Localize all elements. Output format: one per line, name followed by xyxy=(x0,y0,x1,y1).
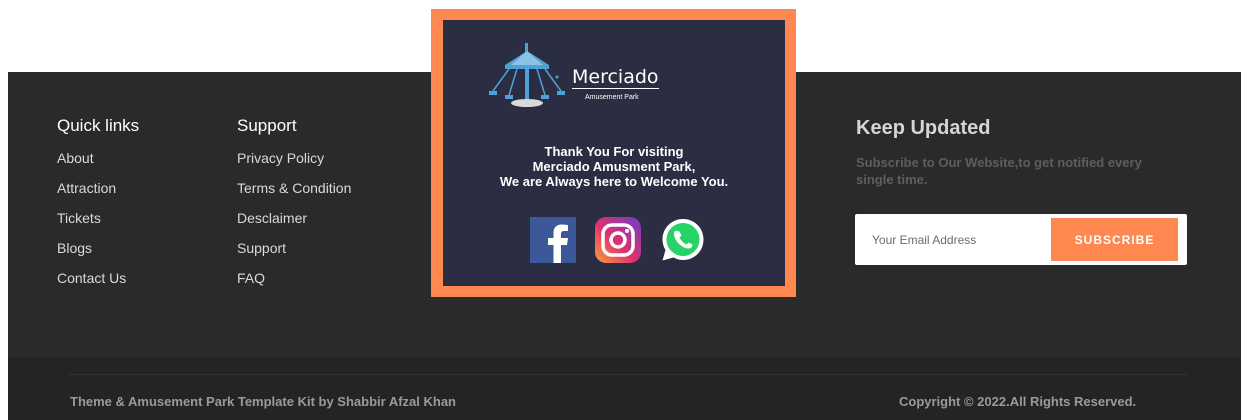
newsletter-form: SUBSCRIBE xyxy=(855,214,1187,265)
welcome-modal: Merciado Amusement Park Thank You For vi… xyxy=(431,9,796,297)
footer-link-about[interactable]: About xyxy=(57,150,94,166)
footer-link-terms-condition[interactable]: Terms & Condition xyxy=(237,180,351,196)
whatsapp-icon[interactable] xyxy=(660,217,706,263)
footer-link-faq[interactable]: FAQ xyxy=(237,270,265,286)
facebook-icon[interactable] xyxy=(530,217,576,263)
footer-divider xyxy=(68,374,1188,375)
support-title: Support xyxy=(237,116,297,135)
carousel-logo-icon xyxy=(489,43,565,107)
footer-link-tickets[interactable]: Tickets xyxy=(57,210,101,226)
logo-tagline: Amusement Park xyxy=(585,94,639,101)
instagram-icon[interactable] xyxy=(595,217,641,263)
footer-link-contact-us[interactable]: Contact Us xyxy=(57,270,126,286)
subscribe-button[interactable]: SUBSCRIBE xyxy=(1051,218,1178,261)
footer-link-disclaimer[interactable]: Desclaimer xyxy=(237,210,307,226)
newsletter-description: Subscribe to Our Website,to get notified… xyxy=(856,155,1142,187)
newsletter-title: Keep Updated xyxy=(856,117,991,139)
email-input[interactable] xyxy=(855,214,1045,265)
theme-credit: Theme & Amusement Park Template Kit by S… xyxy=(70,394,456,409)
footer-bottom-bar xyxy=(8,357,1241,420)
welcome-line-2: Merciado Amusment Park, xyxy=(532,159,696,174)
welcome-line-1: Thank You For visiting xyxy=(544,144,684,159)
footer-link-blogs[interactable]: Blogs xyxy=(57,240,92,256)
copyright-text: Copyright © 2022.All Rights Reserved. xyxy=(899,394,1137,409)
footer-link-attraction[interactable]: Attraction xyxy=(57,180,116,196)
footer-link-privacy-policy[interactable]: Privacy Policy xyxy=(237,150,324,166)
footer-link-support[interactable]: Support xyxy=(237,240,286,256)
quick-links-title: Quick links xyxy=(57,116,140,135)
logo-name: Merciado xyxy=(572,66,659,89)
welcome-line-3: We are Always here to Welcome You. xyxy=(499,174,729,189)
welcome-modal-body: Merciado Amusement Park Thank You For vi… xyxy=(443,20,785,286)
welcome-message: Thank You For visiting Merciado Amusment… xyxy=(443,144,785,189)
